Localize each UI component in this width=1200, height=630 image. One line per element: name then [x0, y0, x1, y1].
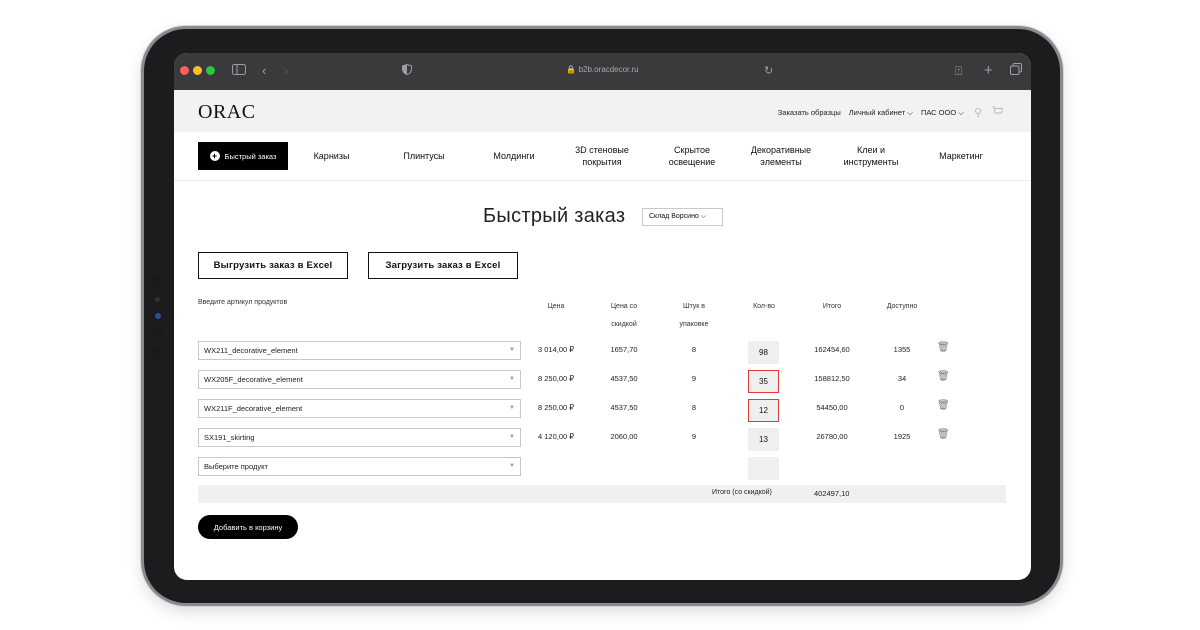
import-excel-button[interactable]: Загрузить заказ в Excel — [368, 252, 518, 279]
trash-icon[interactable]: 🗑 — [937, 371, 950, 382]
product-select-value: WX211F_decorative_element — [204, 404, 303, 413]
company-menu[interactable]: ПАС ООО ⌵ — [921, 108, 964, 118]
row-total-cell: 54450,00 — [816, 403, 848, 412]
product-select-value: SX191_skirting — [204, 433, 255, 442]
qty-input[interactable]: 35 — [748, 370, 779, 393]
nav-item-mouldings[interactable]: Молдинги — [484, 142, 544, 170]
price-cell: 8 250,00 ₽ — [537, 374, 575, 383]
row-total-cell: 26780,00 — [816, 432, 848, 441]
per-pack-cell: 8 — [691, 345, 697, 354]
quick-order-label: Быстрый заказ — [224, 151, 277, 161]
discount-price-cell: 4537,50 — [610, 403, 638, 412]
product-select[interactable]: SX191_skirting ▼ — [198, 428, 521, 447]
article-column-header: Введите артикул продуктов — [198, 299, 288, 306]
cart-icon[interactable] — [992, 106, 1004, 119]
tablet-screen: ‹ › 🔒 b2b.oracdecor.ru ↻ ⍐ + ORAC Заказа… — [174, 53, 1031, 580]
product-select[interactable]: WX211_decorative_element ▼ — [198, 341, 521, 360]
chevron-down-icon: ▼ — [509, 347, 515, 353]
available-cell: 1925 — [893, 432, 911, 441]
qty-input[interactable]: 12 — [748, 399, 779, 422]
discount-price-cell: 4537,50 — [610, 374, 638, 383]
export-excel-button[interactable]: Выгрузить заказ в Excel — [198, 252, 348, 279]
nav-item-marketing[interactable]: Маркетинг — [930, 142, 992, 170]
nav-item-adhesives-tools[interactable]: Клеи и инструменты — [834, 142, 908, 170]
per-pack-cell: 8 — [691, 403, 697, 412]
grand-total-bar — [198, 485, 1006, 503]
reload-icon[interactable]: ↻ — [764, 62, 773, 80]
trash-icon[interactable]: 🗑 — [937, 429, 950, 440]
product-select[interactable]: WX205F_decorative_element ▼ — [198, 370, 521, 389]
nav-item-skirtings[interactable]: Плинтусы — [394, 142, 454, 170]
product-select-value: WX205F_decorative_element — [204, 375, 303, 384]
quick-order-button[interactable]: + Быстрый заказ — [198, 142, 288, 170]
plus-icon: + — [209, 151, 220, 161]
available-cell: 1355 — [893, 345, 911, 354]
total-column-header: Итого — [822, 303, 842, 310]
chevron-down-icon: ▼ — [509, 405, 515, 411]
per-pack-column-header: Штук в упаковке — [679, 303, 709, 328]
nav-item-decorative-elements[interactable]: Декоративные элементы — [742, 142, 820, 170]
qty-column-header: Кол-во — [753, 303, 775, 310]
discount-price-column-header: Цена со скидкой — [610, 303, 638, 328]
device-sensor — [152, 275, 164, 287]
qty-input-empty[interactable] — [748, 457, 779, 480]
discount-price-cell: 2060,00 — [610, 432, 638, 441]
device-sensor — [155, 297, 160, 302]
per-pack-cell: 9 — [691, 432, 697, 441]
row-total-cell: 158812,50 — [814, 374, 850, 383]
orac-logo[interactable]: ORAC — [198, 101, 256, 124]
browser-toolbar: ‹ › 🔒 b2b.oracdecor.ru ↻ ⍐ + — [174, 53, 1031, 90]
available-cell: 34 — [897, 374, 907, 383]
discount-price-cell: 1657,70 — [610, 345, 638, 354]
product-select-value: WX211_decorative_element — [204, 346, 298, 355]
trash-icon[interactable]: 🗑 — [937, 400, 950, 411]
chevron-down-icon: ▼ — [509, 376, 515, 382]
product-select[interactable]: WX211F_decorative_element ▼ — [198, 399, 521, 418]
chevron-down-icon: ▼ — [509, 463, 515, 469]
site-header: ORAC Заказать образцы Личный кабинет ⌵ П… — [174, 90, 1031, 132]
main-nav: + Быстрый заказ Карнизы Плинтусы Молдинг… — [174, 132, 1031, 181]
price-column-header: Цена — [547, 303, 565, 310]
trash-icon[interactable]: 🗑 — [937, 342, 950, 353]
tabs-overview-icon[interactable] — [1010, 62, 1022, 80]
add-to-cart-button[interactable]: Добавить в корзину — [198, 515, 298, 539]
grand-total-value: 402497,10 — [814, 489, 850, 498]
price-cell: 4 120,00 ₽ — [537, 432, 575, 441]
price-cell: 3 014,00 ₽ — [537, 345, 575, 354]
chevron-down-icon: ▼ — [509, 434, 515, 440]
available-cell: 0 — [899, 403, 905, 412]
device-sensor — [155, 313, 161, 319]
row-total-cell: 162454,60 — [814, 345, 850, 354]
account-menu[interactable]: Личный кабинет ⌵ — [849, 108, 913, 118]
warehouse-select[interactable]: Склад Ворсино ⌵ — [642, 208, 723, 226]
share-icon[interactable]: ⍐ — [955, 62, 962, 80]
nav-item-cornices[interactable]: Карнизы — [304, 142, 359, 170]
product-select-empty[interactable]: Выберите продукт ▼ — [198, 457, 521, 476]
qty-input[interactable]: 98 — [748, 341, 779, 364]
qty-input[interactable]: 13 — [748, 428, 779, 451]
available-column-header: Доступно — [886, 303, 918, 310]
grand-total-label: Итого (со скидкой) — [712, 489, 772, 496]
device-sensor — [152, 327, 164, 339]
address-bar[interactable]: 🔒 b2b.oracdecor.ru — [174, 65, 1031, 74]
url-text: b2b.oracdecor.ru — [578, 65, 639, 74]
nav-item-hidden-lighting[interactable]: Скрытое освещение — [658, 142, 726, 170]
new-tab-icon[interactable]: + — [984, 62, 993, 80]
product-select-placeholder: Выберите продукт — [204, 462, 268, 471]
page-title: Быстрый заказ — [483, 205, 626, 227]
nav-item-3d-panels[interactable]: 3D стеновые покрытия — [566, 142, 638, 170]
search-icon[interactable]: ⚲ — [974, 106, 982, 119]
device-sensor — [152, 347, 164, 359]
price-cell: 8 250,00 ₽ — [537, 403, 575, 412]
per-pack-cell: 9 — [691, 374, 697, 383]
header-links: Заказать образцы Личный кабинет ⌵ ПАС ОО… — [778, 106, 1004, 119]
order-samples-link[interactable]: Заказать образцы — [778, 108, 841, 117]
